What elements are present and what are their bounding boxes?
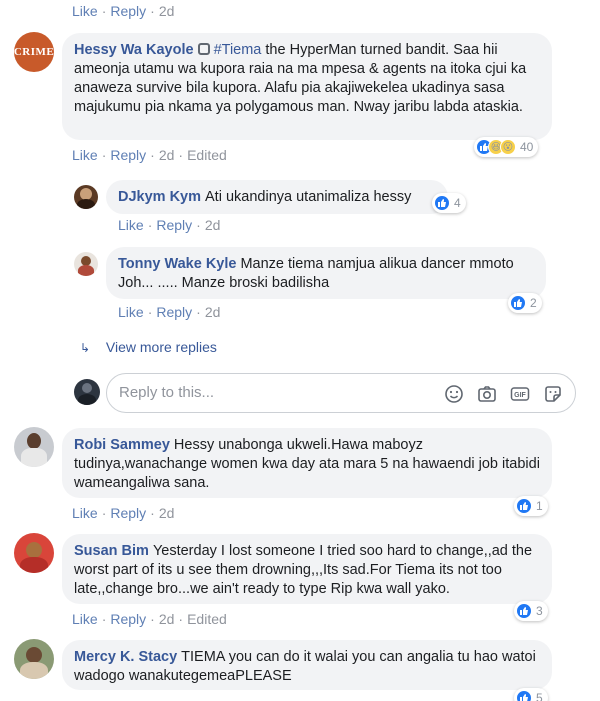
reply-link[interactable]: Reply — [110, 505, 146, 521]
reply-author[interactable]: Tonny Wake Kyle — [118, 256, 236, 272]
wow-reaction-icon: 😮 — [500, 139, 516, 155]
comment-author[interactable]: Susan Bim — [74, 543, 149, 559]
like-reaction-icon — [516, 498, 532, 514]
reaction-count: 1 — [536, 499, 543, 513]
comment-author[interactable]: Hessy Wa Kayole — [74, 42, 194, 58]
reply-text: Ati ukandinya utanimaliza hessy — [205, 189, 412, 205]
view-more-replies-label: View more replies — [105, 339, 217, 355]
reply-link[interactable]: Reply — [110, 147, 146, 163]
timestamp: 2d — [158, 147, 175, 163]
like-reaction-icon — [516, 603, 532, 619]
reaction-summary[interactable]: 4 — [432, 193, 466, 213]
reaction-count: 4 — [454, 196, 461, 210]
comment-bubble: Mercy K. Stacy TIEMA you can do it walai … — [62, 640, 552, 690]
reaction-summary[interactable]: 5 — [514, 688, 548, 701]
like-link[interactable]: Like — [72, 611, 98, 627]
reply-bubble: Tonny Wake Kyle Manze tiema namjua alikua… — [106, 247, 546, 299]
reply-actions: Like · Reply · 2d — [118, 304, 221, 320]
avatar[interactable] — [74, 252, 98, 276]
like-link[interactable]: Like — [118, 217, 144, 233]
reaction-count: 3 — [536, 604, 543, 618]
reply-composer[interactable]: GIF — [106, 373, 576, 413]
timestamp: 2d — [204, 217, 221, 233]
avatar[interactable] — [14, 533, 54, 573]
comment-bubble: Robi Sammey Hessy unabonga ukweli.Hawa ma… — [62, 428, 552, 498]
avatar[interactable] — [74, 185, 98, 209]
reply-arrow-icon: ↳ — [80, 341, 91, 355]
camera-icon[interactable] — [476, 383, 498, 405]
reply-link[interactable]: Reply — [110, 3, 146, 19]
reaction-summary[interactable]: 1 — [514, 496, 548, 516]
emoji-icon[interactable] — [443, 383, 465, 405]
like-link[interactable]: Like — [72, 147, 98, 163]
timestamp: 2d — [158, 611, 175, 627]
reply-link[interactable]: Reply — [156, 304, 192, 320]
comment-actions: Like · Reply · 2d — [72, 505, 175, 521]
avatar[interactable] — [14, 427, 54, 467]
like-reaction-icon — [510, 295, 526, 311]
edited-label[interactable]: Edited — [187, 147, 227, 163]
svg-text:GIF: GIF — [514, 392, 526, 399]
avatar[interactable] — [74, 379, 100, 405]
timestamp: 2d — [158, 505, 175, 521]
prev-comment-actions: Like · Reply · 2d — [72, 3, 175, 19]
comment-actions: Like · Reply · 2d · Edited — [72, 611, 227, 627]
view-more-replies-link[interactable]: ↳ View more replies — [80, 339, 217, 355]
comment-bubble: Susan Bim Yesterday I lost someone I trie… — [62, 534, 552, 604]
reply-actions: Like · Reply · 2d — [118, 217, 221, 233]
comment-actions: Like · Reply · 2d · Edited — [72, 147, 227, 163]
avatar-logo-text: CRIME — [14, 46, 54, 58]
avatar[interactable] — [14, 639, 54, 679]
reply-link[interactable]: Reply — [110, 611, 146, 627]
reaction-count: 40 — [520, 140, 534, 154]
avatar[interactable]: CRIME — [14, 32, 54, 72]
reply-author[interactable]: DJkym Kym — [118, 189, 201, 205]
like-link[interactable]: Like — [72, 505, 98, 521]
gif-icon[interactable]: GIF — [509, 383, 531, 405]
sticker-icon[interactable] — [542, 383, 564, 405]
reaction-summary[interactable]: 2 — [508, 293, 542, 313]
reply-input[interactable] — [119, 384, 419, 401]
reaction-count: 2 — [530, 296, 537, 310]
comment-bubble: Hessy Wa Kayole #Tiema the HyperMan turne… — [62, 33, 552, 140]
timestamp: 2d — [204, 304, 221, 320]
reaction-summary[interactable]: 😆 😮 40 — [474, 137, 539, 157]
timestamp: 2d — [158, 3, 175, 19]
like-reaction-icon — [516, 690, 532, 701]
comment-author[interactable]: Robi Sammey — [74, 437, 170, 453]
reply-link[interactable]: Reply — [156, 217, 192, 233]
reaction-summary[interactable]: 3 — [514, 601, 548, 621]
top-fan-badge-icon — [197, 43, 210, 55]
like-link[interactable]: Like — [72, 3, 98, 19]
reaction-count: 5 — [536, 691, 543, 701]
hashtag-link[interactable]: #Tiema — [214, 42, 262, 58]
like-link[interactable]: Like — [118, 304, 144, 320]
reply-bubble: DJkym Kym Ati ukandinya utanimaliza hessy — [106, 180, 448, 214]
like-reaction-icon — [434, 195, 450, 211]
comment-author[interactable]: Mercy K. Stacy — [74, 649, 177, 665]
edited-label[interactable]: Edited — [187, 611, 227, 627]
